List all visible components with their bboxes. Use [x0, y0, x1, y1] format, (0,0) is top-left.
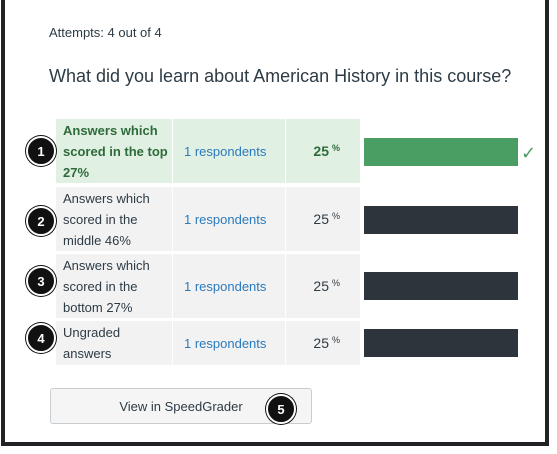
percent-bar [364, 138, 518, 166]
respondents-link[interactable]: 1 respondents [173, 321, 285, 365]
respondents-link[interactable]: 1 respondents [173, 254, 285, 318]
percent-value: 25% [286, 254, 360, 318]
percent-bar [364, 329, 518, 357]
question-title: What did you learn about American Histor… [49, 66, 512, 86]
answer-label: Answers which scored in the middle 46% [56, 187, 172, 251]
percent-value: 25% [286, 187, 360, 251]
answer-label: Answers which scored in the top 27% [56, 119, 172, 183]
percent-bar [364, 272, 518, 300]
percent-value: 25% [286, 119, 360, 183]
callout-badge-1: 1 [26, 136, 56, 166]
respondents-link[interactable]: 1 respondents [173, 187, 285, 251]
answer-label: Ungraded answers [56, 321, 172, 365]
respondents-link[interactable]: 1 respondents [173, 119, 285, 183]
check-icon: ✓ [521, 143, 537, 163]
callout-badge-2: 2 [26, 206, 56, 236]
answer-label: Answers which scored in the bottom 27% [56, 254, 172, 318]
percent-value: 25% [286, 321, 360, 365]
percent-bar [364, 206, 518, 234]
callout-badge-4: 4 [26, 323, 56, 353]
callout-badge-5: 5 [266, 394, 296, 424]
callout-badge-3: 3 [26, 266, 56, 296]
attempts-text: Attempts: 4 out of 4 [49, 25, 162, 40]
